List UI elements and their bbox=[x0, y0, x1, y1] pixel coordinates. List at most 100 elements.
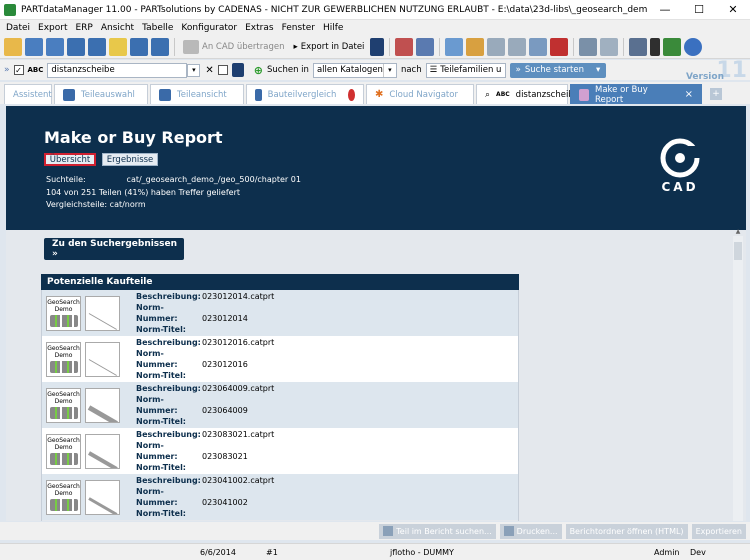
scrollbar-thumb[interactable] bbox=[734, 242, 742, 260]
toolbar-separator bbox=[439, 37, 441, 56]
print-button[interactable]: Drucken... bbox=[499, 523, 562, 539]
chevron-down-icon: ▾ bbox=[596, 65, 601, 75]
part-preview[interactable] bbox=[85, 341, 120, 377]
add-icon[interactable]: ⊕ bbox=[254, 64, 263, 77]
globe-icon[interactable] bbox=[684, 37, 703, 56]
close-button[interactable]: ✕ bbox=[716, 0, 750, 20]
menu-erp[interactable]: ERP bbox=[71, 23, 96, 33]
rod-shape bbox=[87, 404, 118, 422]
tab-teileansicht[interactable]: Teileansicht bbox=[150, 84, 244, 104]
tab-teileauswahl[interactable]: Teileauswahl bbox=[54, 84, 148, 104]
table-row[interactable]: GeoSearch Demo Beschreibung:023012014.ca… bbox=[42, 290, 518, 336]
catalog-icon[interactable] bbox=[25, 37, 43, 56]
rod-shape bbox=[88, 312, 117, 330]
search-parts-line: Suchteile: cat/_geosearch_demo_/geo_500/… bbox=[46, 175, 301, 184]
expand-chevron-icon[interactable]: » bbox=[4, 65, 10, 75]
tab-assistent[interactable]: Assistent bbox=[4, 84, 52, 104]
menu-hilfe[interactable]: Hilfe bbox=[319, 23, 347, 33]
open-report-folder-button[interactable]: Berichtordner öffnen (HTML) bbox=[565, 523, 688, 539]
field-title-label: Norm-Titel: bbox=[136, 325, 187, 334]
tab-distanzscheibe[interactable]: ⌕ ABC distanzscheibe bbox=[476, 84, 579, 104]
text-search-checkbox[interactable]: ✓ bbox=[13, 65, 24, 75]
tab-bauteilvergleich[interactable]: Bauteilvergleich bbox=[246, 84, 364, 104]
menu-datei[interactable]: Datei bbox=[2, 23, 34, 33]
traffic-light-icon[interactable] bbox=[650, 37, 661, 56]
overview-button[interactable]: Übersicht bbox=[44, 153, 96, 166]
vertical-scrollbar[interactable]: ▲ bbox=[733, 228, 743, 521]
tools-icon[interactable] bbox=[529, 37, 548, 56]
minimize-button[interactable]: — bbox=[648, 0, 682, 20]
search-input[interactable]: distanzscheibe ▾ bbox=[47, 62, 201, 78]
table-icon[interactable] bbox=[416, 37, 435, 56]
menu-fenster[interactable]: Fenster bbox=[278, 23, 319, 33]
scroll-up-icon[interactable]: ▲ bbox=[733, 228, 743, 236]
open-folder-icon[interactable] bbox=[4, 37, 22, 56]
favorites-icon[interactable] bbox=[109, 37, 127, 56]
list-icon: ☰ bbox=[429, 65, 438, 75]
part-preview[interactable] bbox=[85, 433, 120, 469]
tab-close-icon[interactable]: × bbox=[685, 89, 693, 100]
book-search-icon[interactable] bbox=[231, 63, 244, 77]
measure-icon[interactable] bbox=[445, 37, 464, 56]
part-preview[interactable] bbox=[85, 387, 120, 423]
zoom-icon[interactable] bbox=[600, 37, 619, 56]
search-in-report-button[interactable]: Teil im Bericht suchen... bbox=[379, 523, 496, 539]
menu-export[interactable]: Export bbox=[34, 23, 71, 33]
menu-bar: Datei Export ERP Ansicht Tabelle Konfigu… bbox=[0, 20, 750, 35]
menu-ansicht[interactable]: Ansicht bbox=[97, 23, 138, 33]
catalog-icon-3[interactable] bbox=[67, 37, 85, 56]
catalog-icon-5[interactable] bbox=[151, 37, 169, 56]
export-button[interactable]: Exportieren bbox=[691, 523, 746, 539]
properties-icon[interactable] bbox=[395, 37, 414, 56]
field-title-label: Norm-Titel: bbox=[136, 509, 187, 518]
option-checkbox[interactable] bbox=[217, 65, 228, 75]
delete-icon[interactable] bbox=[550, 37, 569, 56]
configurator-icon[interactable] bbox=[466, 37, 485, 56]
search-parts-value: cat/_geosearch_demo_/geo_500/chapter 01 bbox=[126, 175, 301, 184]
search-mode-value: Teilefamilien u bbox=[440, 65, 502, 75]
catalog-icon-4[interactable] bbox=[88, 37, 106, 56]
search-mode-select[interactable]: ☰ Teilefamilien u bbox=[425, 62, 506, 78]
catalog-icon-2[interactable] bbox=[46, 37, 64, 56]
search-history-dropdown[interactable]: ▾ bbox=[187, 63, 201, 77]
cad-transfer-button[interactable]: An CAD übertragen bbox=[180, 39, 287, 54]
cloud-icon: ✱ bbox=[375, 89, 384, 100]
compare-parts-label: Vergleichsteile: bbox=[46, 200, 108, 209]
book-icon[interactable] bbox=[370, 37, 385, 56]
maximize-button[interactable]: ☐ bbox=[682, 0, 716, 20]
field-title-label: Norm-Titel: bbox=[136, 417, 187, 426]
add-tab-button[interactable]: + bbox=[710, 88, 722, 100]
start-search-button[interactable]: » Suche starten ▾ bbox=[509, 62, 607, 78]
table-row[interactable]: GeoSearch Demo Beschreibung:023012016.ca… bbox=[42, 336, 518, 382]
status-date: 6/6/2014 bbox=[200, 548, 236, 557]
table-row[interactable]: GeoSearch Demo Beschreibung:023064009.ca… bbox=[42, 382, 518, 428]
app-icon bbox=[4, 3, 16, 16]
table-row[interactable]: GeoSearch Demo Beschreibung:023041002.ca… bbox=[42, 474, 518, 520]
back-to-results-button[interactable]: Zu den Suchergebnissen » bbox=[44, 238, 184, 260]
abc-icon: ABC bbox=[27, 66, 44, 74]
filter-icon[interactable] bbox=[487, 37, 506, 56]
tab-cloud-navigator[interactable]: ✱ Cloud Navigator bbox=[366, 84, 474, 104]
parts-thumbnail-icon bbox=[50, 314, 78, 327]
summary-text: 104 von 251 Teilen (41%) haben Treffer g… bbox=[46, 188, 240, 197]
export-file-button[interactable]: ▸ Export in Datei bbox=[290, 42, 367, 52]
clear-search-icon[interactable]: ✕ bbox=[205, 65, 213, 76]
view-icon[interactable] bbox=[579, 37, 598, 56]
menu-extras[interactable]: Extras bbox=[241, 23, 277, 33]
table-row[interactable]: GeoSearch Demo Beschreibung:023083021.ca… bbox=[42, 428, 518, 474]
phone-icon[interactable] bbox=[663, 37, 682, 56]
tree-icon[interactable] bbox=[508, 37, 527, 56]
tab-label: Make or Buy Report bbox=[594, 84, 648, 105]
results-button[interactable]: Ergebnisse bbox=[102, 153, 158, 166]
menu-konfigurator[interactable]: Konfigurator bbox=[177, 23, 241, 33]
catalog-help-icon[interactable] bbox=[130, 37, 148, 56]
part-preview[interactable] bbox=[85, 295, 120, 331]
catalog-select[interactable]: allen Katalogen ▾ bbox=[312, 62, 397, 78]
part-preview[interactable] bbox=[85, 479, 120, 515]
bitmap-icon[interactable] bbox=[629, 37, 648, 56]
arrow-icon: » bbox=[515, 65, 521, 75]
field-norm-value: 023012014 bbox=[202, 314, 248, 323]
field-desc-label: Beschreibung: bbox=[136, 292, 201, 301]
tab-make-or-buy-report[interactable]: Make or Buy Report × bbox=[570, 84, 702, 105]
menu-tabelle[interactable]: Tabelle bbox=[138, 23, 177, 33]
